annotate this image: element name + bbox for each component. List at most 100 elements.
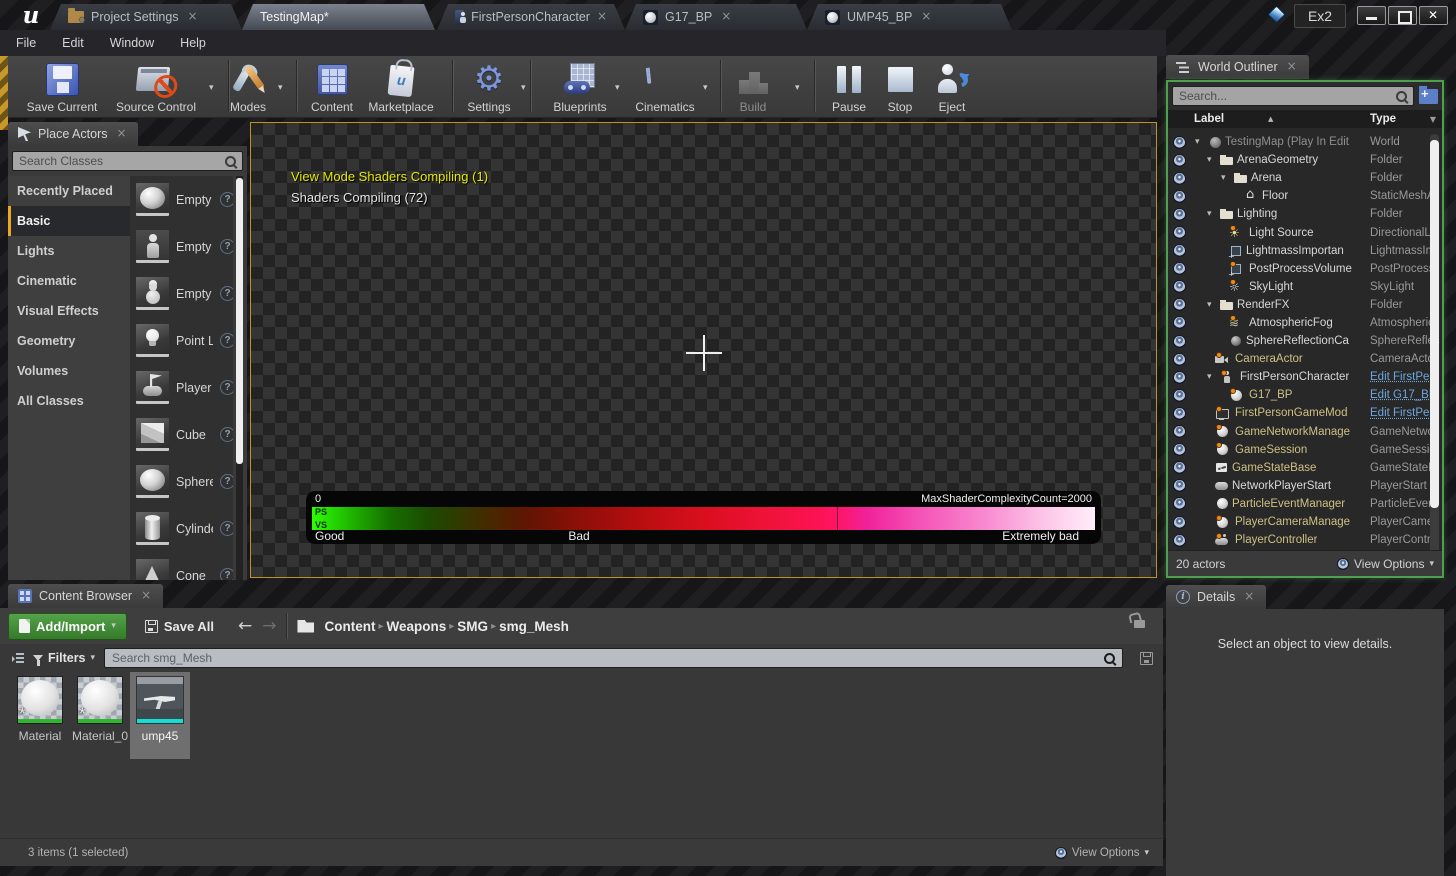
visibility-toggle[interactable] [1168, 316, 1190, 329]
visibility-toggle[interactable] [1168, 335, 1190, 348]
chevron-down-icon[interactable]: ▾ [703, 83, 708, 93]
scrollbar-track[interactable] [236, 176, 243, 580]
save-search-icon[interactable] [1140, 652, 1153, 665]
cinematics-button[interactable]: Cinematics [628, 60, 702, 114]
create-folder-button[interactable] [1419, 89, 1438, 104]
tab-firstpersoncharacter[interactable]: FirstPersonCharacter [437, 4, 625, 30]
category-visual-effects[interactable]: Visual Effects [8, 296, 130, 326]
scrollbar-thumb[interactable] [1430, 140, 1439, 508]
close-icon[interactable] [114, 127, 128, 141]
menu-file[interactable]: File [16, 36, 36, 50]
outliner-row-playercameramanager[interactable]: PlayerCameraManage PlayerCamer [1168, 513, 1442, 531]
save-all-button[interactable]: Save All [135, 613, 224, 640]
filters-button[interactable]: Filters ▾ [33, 651, 95, 665]
close-icon[interactable] [719, 10, 733, 24]
content-button[interactable]: Content [302, 60, 362, 114]
tab-project-settings[interactable]: Project Settings [50, 4, 242, 30]
chevron-down-icon[interactable]: ▾ [795, 83, 800, 93]
help-icon[interactable]: ? [220, 474, 233, 489]
visibility-toggle[interactable] [1168, 136, 1190, 149]
project-badge[interactable]: Ex2 [1294, 4, 1346, 28]
game-viewport[interactable]: View Mode Shaders Compiling (1) Shaders … [250, 122, 1157, 578]
minimize-button[interactable] [1357, 6, 1386, 25]
close-icon[interactable] [186, 10, 200, 24]
expander-icon[interactable] [1207, 372, 1217, 382]
category-volumes[interactable]: Volumes [8, 356, 130, 386]
chevron-down-icon[interactable]: ▾ [615, 83, 620, 93]
help-icon[interactable]: ? [220, 427, 233, 442]
outliner-row-g17bp[interactable]: G17_BP Edit G17_BP [1168, 386, 1442, 404]
column-label[interactable]: Label [1194, 113, 1224, 125]
help-icon[interactable]: ? [220, 333, 233, 348]
outliner-row-arena[interactable]: Arena Folder [1168, 169, 1442, 187]
help-icon[interactable]: ? [220, 192, 233, 207]
asset-search-box[interactable] [104, 648, 1123, 668]
source-control-button[interactable]: Source Control [108, 60, 204, 114]
category-basic[interactable]: Basic [8, 206, 130, 236]
outliner-row-skylight[interactable]: SkyLight SkyLight [1168, 278, 1442, 296]
breadcrumb-smg-mesh[interactable]: smg_Mesh [499, 619, 569, 634]
expander-icon[interactable] [1207, 209, 1217, 219]
tab-place-actors[interactable]: Place Actors [8, 122, 138, 146]
place-item-empty-actor[interactable]: Empty Actor ? [130, 176, 233, 223]
cb-view-options-button[interactable]: View Options ▾ [1055, 847, 1149, 859]
visibility-toggle[interactable] [1168, 534, 1190, 547]
outliner-view-options-button[interactable]: View Options ▾ [1337, 557, 1434, 571]
place-item-cube[interactable]: Cube ? [130, 411, 233, 458]
asset-ump45-selected[interactable]: ump45 [130, 672, 190, 759]
outliner-row-postprocess[interactable]: PostProcessVolume PostProcess [1168, 260, 1442, 278]
asset-material[interactable]: Material [10, 676, 70, 743]
settings-button[interactable]: ⚙ Settings [460, 60, 518, 114]
chevron-down-icon[interactable]: ▾ [278, 83, 283, 93]
asset-material-0[interactable]: Material_0 [70, 676, 130, 743]
save-current-button[interactable]: Save Current [16, 60, 108, 114]
category-cinematic[interactable]: Cinematic [8, 266, 130, 296]
close-icon[interactable] [139, 589, 153, 603]
tab-g17-bp[interactable]: G17_BP [625, 4, 807, 30]
scrollbar-track[interactable] [1430, 134, 1439, 551]
outliner-row-gamenetworkmanager[interactable]: GameNetworkManage GameNetwor [1168, 423, 1442, 441]
chevron-down-icon[interactable]: ▾ [209, 83, 214, 93]
outliner-row-particleeventmanager[interactable]: ParticleEventManager ParticleEven [1168, 495, 1442, 513]
tab-world-outliner[interactable]: World Outliner [1166, 55, 1309, 79]
restore-button[interactable] [1388, 6, 1417, 25]
visibility-toggle[interactable] [1168, 244, 1190, 257]
outliner-row-playercontroller[interactable]: PlayerController PlayerContro [1168, 531, 1442, 549]
visibility-toggle[interactable] [1168, 497, 1190, 510]
outliner-row-networkplayerstart[interactable]: NetworkPlayerStart PlayerStart [1168, 477, 1442, 495]
close-icon[interactable] [597, 10, 607, 24]
visibility-toggle[interactable] [1168, 298, 1190, 311]
column-type[interactable]: Type [1370, 113, 1396, 125]
search-classes-box[interactable] [12, 151, 243, 171]
outliner-search-input[interactable] [1173, 89, 1395, 103]
tab-content-browser[interactable]: Content Browser [8, 584, 163, 608]
outliner-row-gamemode[interactable]: FirstPersonGameMod Edit FirstPe [1168, 404, 1442, 422]
visibility-toggle[interactable] [1168, 443, 1190, 456]
outliner-row-floor[interactable]: Floor StaticMeshA [1168, 187, 1442, 205]
close-icon[interactable] [1285, 60, 1299, 74]
stop-button[interactable]: Stop [878, 60, 922, 114]
place-item-cone[interactable]: Cone ? [130, 552, 233, 580]
tab-details[interactable]: i Details [1166, 585, 1266, 609]
sources-panel-icon[interactable] [12, 652, 24, 664]
breadcrumb-content[interactable]: Content [324, 619, 375, 634]
outliner-row-atmosphericfog[interactable]: AtmosphericFog Atmospheric [1168, 314, 1442, 332]
outliner-row-light-source[interactable]: Light Source DirectionalLi [1168, 223, 1442, 241]
visibility-toggle[interactable] [1168, 262, 1190, 275]
place-item-sphere[interactable]: Sphere ? [130, 458, 233, 505]
outliner-row-cameraactor[interactable]: CameraActor CameraActo [1168, 350, 1442, 368]
menu-edit[interactable]: Edit [62, 36, 84, 50]
type-filter-icon[interactable]: ▼ [1430, 115, 1436, 124]
back-arrow-button[interactable]: ← [238, 618, 252, 635]
modes-button[interactable]: Modes [220, 60, 276, 114]
blueprints-button[interactable]: Blueprints [546, 60, 614, 114]
visibility-toggle[interactable] [1168, 389, 1190, 402]
help-icon[interactable]: ? [220, 239, 233, 254]
close-icon[interactable] [1242, 590, 1256, 604]
visibility-toggle[interactable] [1168, 172, 1190, 185]
visibility-toggle[interactable] [1168, 461, 1190, 474]
visibility-toggle[interactable] [1168, 371, 1190, 384]
expander-icon[interactable] [1195, 137, 1205, 147]
marketplace-button[interactable]: Marketplace [362, 60, 440, 114]
eject-button[interactable]: Eject [928, 60, 976, 114]
